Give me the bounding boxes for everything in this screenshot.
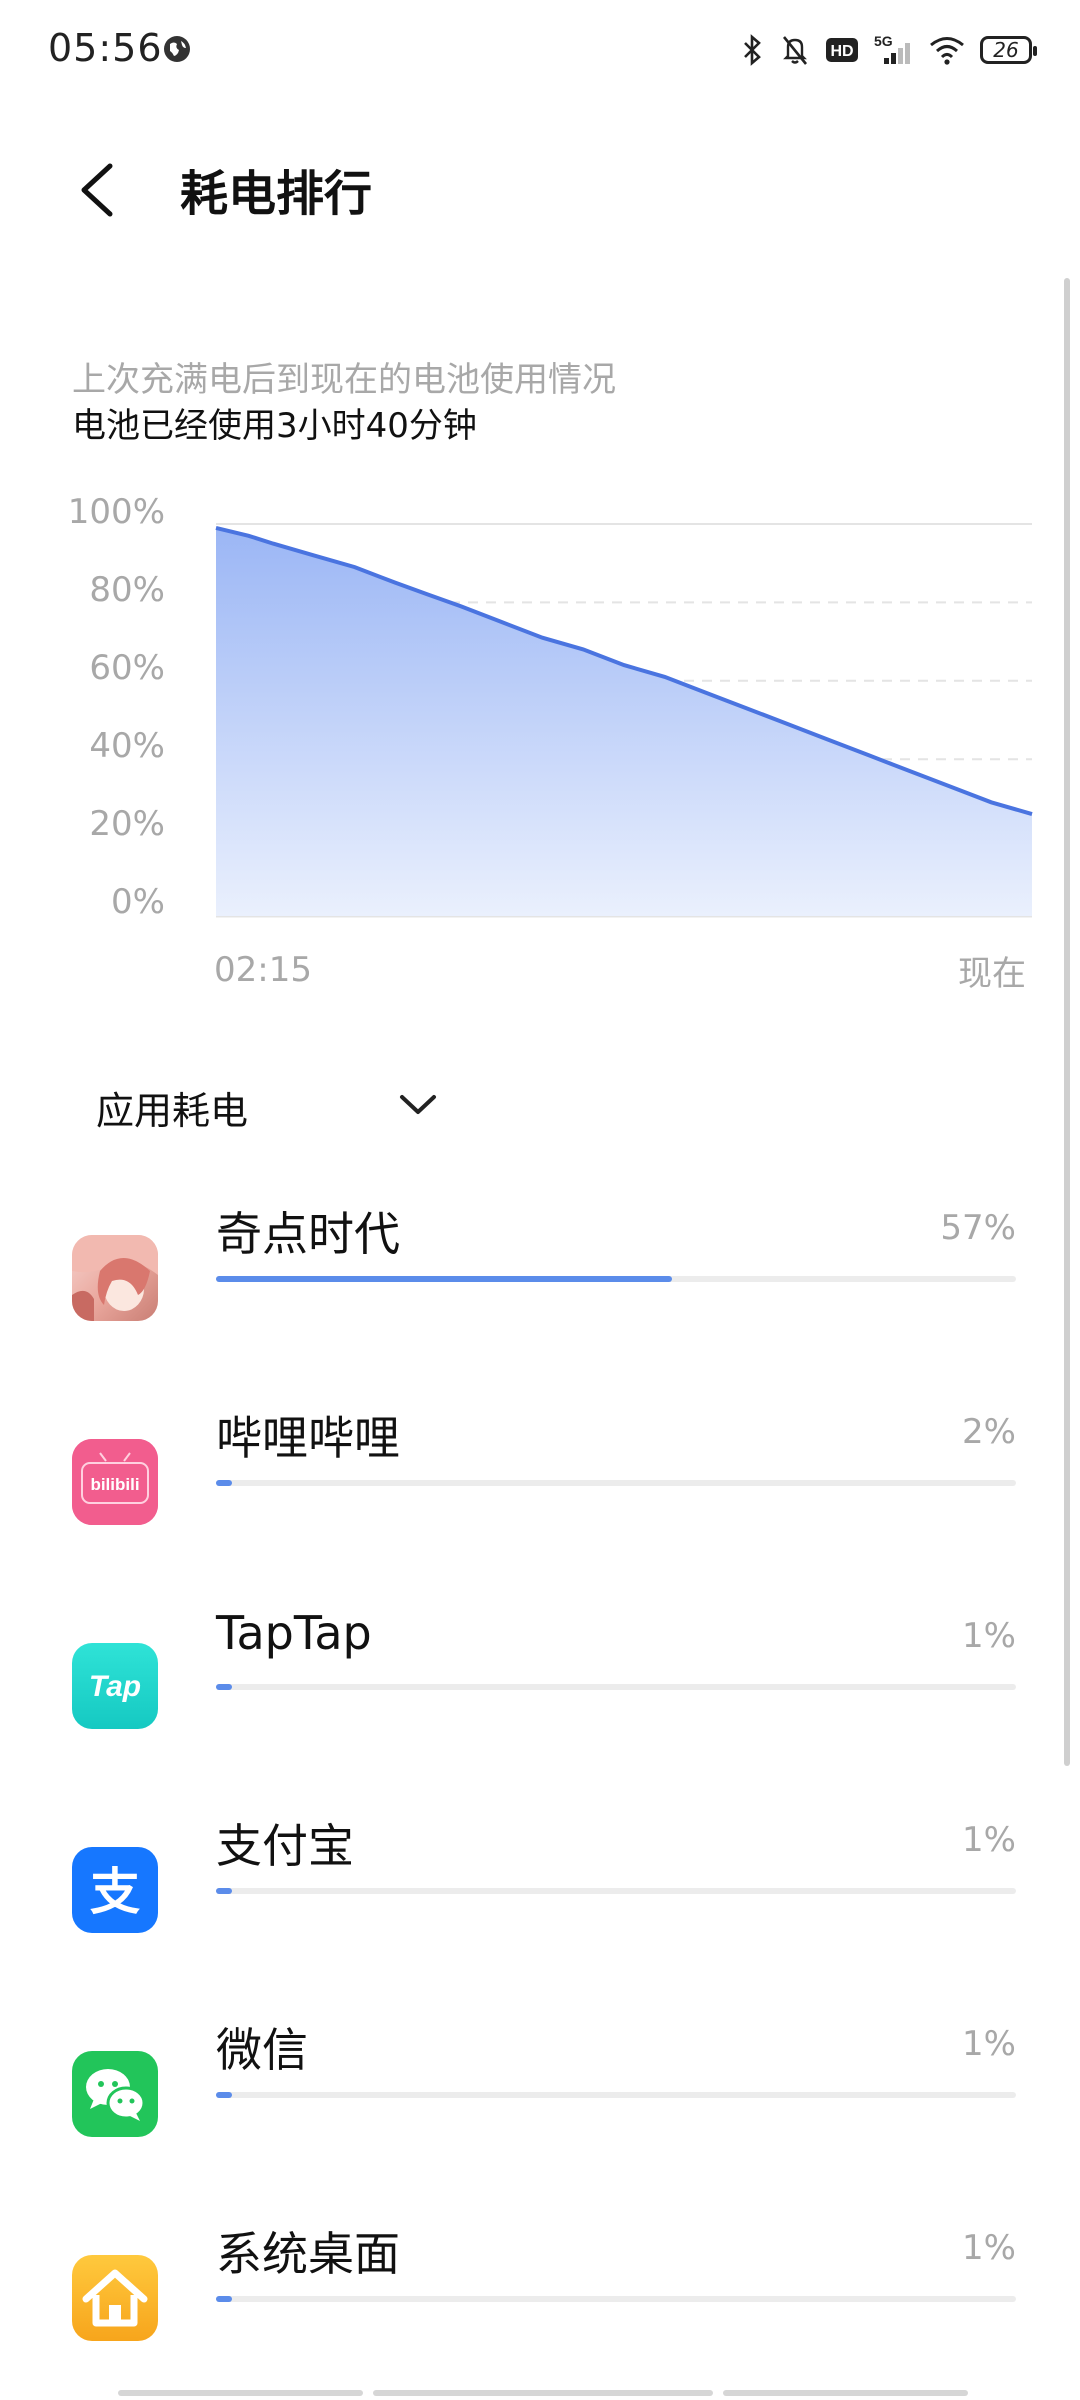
globe-icon bbox=[164, 36, 190, 62]
x-tick-end: 现在 bbox=[958, 954, 1026, 994]
wifi-icon bbox=[930, 37, 964, 65]
app-percent: 1% bbox=[962, 2024, 1016, 2064]
usage-bar bbox=[216, 2092, 1016, 2098]
status-time: 05:56 bbox=[48, 26, 163, 70]
network-type: 5G bbox=[874, 33, 893, 49]
status-bar: 05:56 HD 5G 26 bbox=[0, 0, 1080, 100]
bottom-divider bbox=[118, 2390, 968, 2396]
bilibili-icon: bilibili bbox=[72, 1439, 158, 1525]
battery-level: 26 bbox=[993, 38, 1019, 62]
usage-bar-fill bbox=[216, 1276, 672, 1282]
battery-icon: 26 bbox=[980, 36, 1037, 64]
battery-area bbox=[216, 527, 1032, 916]
app-name: 系统桌面 bbox=[216, 2227, 400, 2281]
hd-icon: HD bbox=[826, 38, 858, 62]
app-percent: 2% bbox=[962, 1412, 1016, 1452]
svg-text:bilibili: bilibili bbox=[90, 1475, 139, 1494]
taptap-icon: Tap bbox=[72, 1643, 158, 1729]
list-item-app[interactable]: 支 支付宝 1% bbox=[0, 1792, 1080, 1992]
app-percent: 57% bbox=[940, 1208, 1016, 1248]
app-name: 哔哩哔哩 bbox=[216, 1411, 400, 1465]
list-item-app[interactable]: 微信 1% bbox=[0, 1996, 1080, 2196]
svg-text:Tap: Tap bbox=[89, 1670, 141, 1703]
app-name: TapTap bbox=[216, 1606, 372, 1660]
usage-bar bbox=[216, 1684, 1016, 1690]
usage-bar bbox=[216, 1276, 1016, 1282]
alipay-icon: 支 bbox=[72, 1847, 158, 1933]
usage-bar bbox=[216, 1888, 1016, 1894]
home-icon bbox=[72, 2255, 158, 2341]
app-name: 微信 bbox=[216, 2023, 308, 2077]
usage-bar-fill bbox=[216, 1888, 232, 1894]
usage-bar-fill bbox=[216, 1480, 232, 1486]
usage-bar-fill bbox=[216, 2092, 232, 2098]
x-tick-start: 02:15 bbox=[214, 950, 312, 990]
app-name: 支付宝 bbox=[216, 1819, 354, 1873]
list-item-app[interactable]: bilibili 哔哩哔哩 2% bbox=[0, 1384, 1080, 1584]
anime-girl-icon bbox=[72, 1235, 158, 1321]
signal-icon: 5G bbox=[874, 33, 910, 64]
bluetooth-icon bbox=[744, 34, 761, 66]
list-item-app[interactable]: 系统桌面 1% bbox=[0, 2200, 1080, 2400]
list-item-app[interactable]: Tap TapTap 1% bbox=[0, 1588, 1080, 1788]
back-button[interactable] bbox=[72, 160, 122, 220]
page-title: 耗电排行 bbox=[180, 166, 373, 222]
usage-bar bbox=[216, 1480, 1016, 1486]
battery-usage-duration: 电池已经使用3小时40分钟 bbox=[72, 406, 477, 446]
list-item-app[interactable]: 奇点时代 57% bbox=[0, 1180, 1080, 1380]
battery-chart-plot bbox=[215, 523, 1033, 918]
app-percent: 1% bbox=[962, 1616, 1016, 1656]
usage-bar-fill bbox=[216, 1684, 232, 1690]
svg-text:支: 支 bbox=[90, 1863, 140, 1921]
mute-icon bbox=[782, 36, 808, 65]
wechat-icon bbox=[72, 2051, 158, 2137]
app-usage-selector[interactable]: 应用耗电 bbox=[96, 1080, 248, 1135]
app-percent: 1% bbox=[962, 1820, 1016, 1860]
svg-text:HD: HD bbox=[830, 43, 853, 60]
status-icons: HD 5G 26 bbox=[740, 28, 1037, 72]
battery-chart: 100% 80% 60% 40% 20% 0% 02:15 现在 bbox=[0, 480, 1080, 1020]
battery-summary-caption: 上次充满电后到现在的电池使用情况 bbox=[72, 360, 616, 400]
app-name: 奇点时代 bbox=[216, 1207, 400, 1261]
app-percent: 1% bbox=[962, 2228, 1016, 2268]
usage-bar-fill bbox=[216, 2296, 232, 2302]
usage-bar bbox=[216, 2296, 1016, 2302]
chevron-down-icon[interactable] bbox=[398, 1092, 438, 1118]
